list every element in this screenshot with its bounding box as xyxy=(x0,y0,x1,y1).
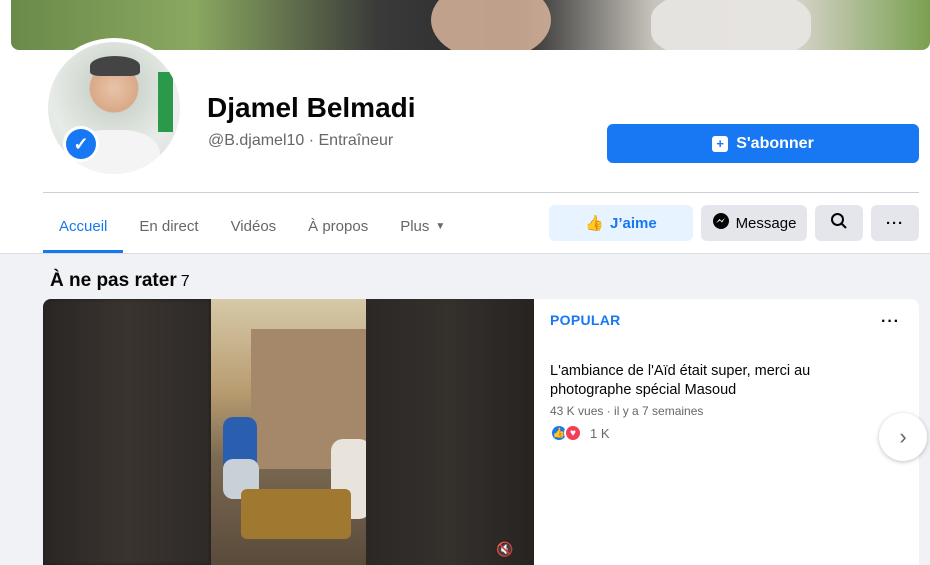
search-icon xyxy=(830,212,848,234)
reaction-count: 1 K xyxy=(590,425,610,441)
profile-picture[interactable] xyxy=(42,38,186,176)
like-icon: 👍 xyxy=(585,215,604,232)
profile-header: ✓ Djamel Belmadi @B.djamel10 · Entraîneu… xyxy=(0,0,930,254)
more-icon: ··· xyxy=(886,214,904,232)
tab-a-propos[interactable]: À propos xyxy=(292,200,384,253)
message-button[interactable]: Message xyxy=(701,205,807,241)
like-button[interactable]: 👍 J’aime xyxy=(549,205,693,241)
mute-icon[interactable]: 🔇 xyxy=(496,541,513,558)
page: ✓ Djamel Belmadi @B.djamel10 · Entraîneu… xyxy=(0,0,930,565)
tab-videos[interactable]: Vidéos xyxy=(215,200,293,253)
video-player[interactable]: 🔇 xyxy=(43,299,534,565)
more-button[interactable]: ··· xyxy=(871,205,919,241)
tab-accueil[interactable]: Accueil xyxy=(43,200,124,253)
subscribe-button[interactable]: + S'abonner xyxy=(607,124,919,163)
divider xyxy=(43,192,919,193)
chevron-down-icon: ▼ xyxy=(435,221,446,232)
profile-tabs: Accueil En direct Vidéos À propos Plus ▼ xyxy=(43,200,461,253)
subscribe-label: S'abonner xyxy=(736,134,814,152)
search-button[interactable] xyxy=(815,205,863,241)
verified-icon: ✓ xyxy=(63,126,99,162)
tab-plus[interactable]: Plus ▼ xyxy=(384,200,461,253)
popular-badge: POPULAR xyxy=(550,312,621,328)
video-meta: 43 K vues · il y a 7 semaines xyxy=(550,404,704,418)
cover-photo[interactable] xyxy=(11,0,930,50)
messenger-icon xyxy=(712,212,730,234)
chevron-right-icon[interactable]: › xyxy=(879,413,927,461)
profile-handle: @B.djamel10 · Entraîneur xyxy=(208,132,394,149)
love-icon: ♥ xyxy=(564,424,582,442)
more-icon[interactable]: ··· xyxy=(881,313,900,331)
tab-en-direct[interactable]: En direct xyxy=(123,200,214,253)
featured-video-card: 🔇 POPULAR ··· L'ambiance de l'Aïd était … xyxy=(43,299,919,565)
reactions[interactable]: 👍 ♥ 1 K xyxy=(550,424,610,442)
section-title: À ne pas rater 7 xyxy=(50,270,190,291)
subscribe-icon: + xyxy=(712,135,729,152)
section-count: 7 xyxy=(180,273,190,290)
page-title: Djamel Belmadi xyxy=(207,92,416,123)
video-description: L'ambiance de l'Aïd était super, merci a… xyxy=(550,363,811,398)
